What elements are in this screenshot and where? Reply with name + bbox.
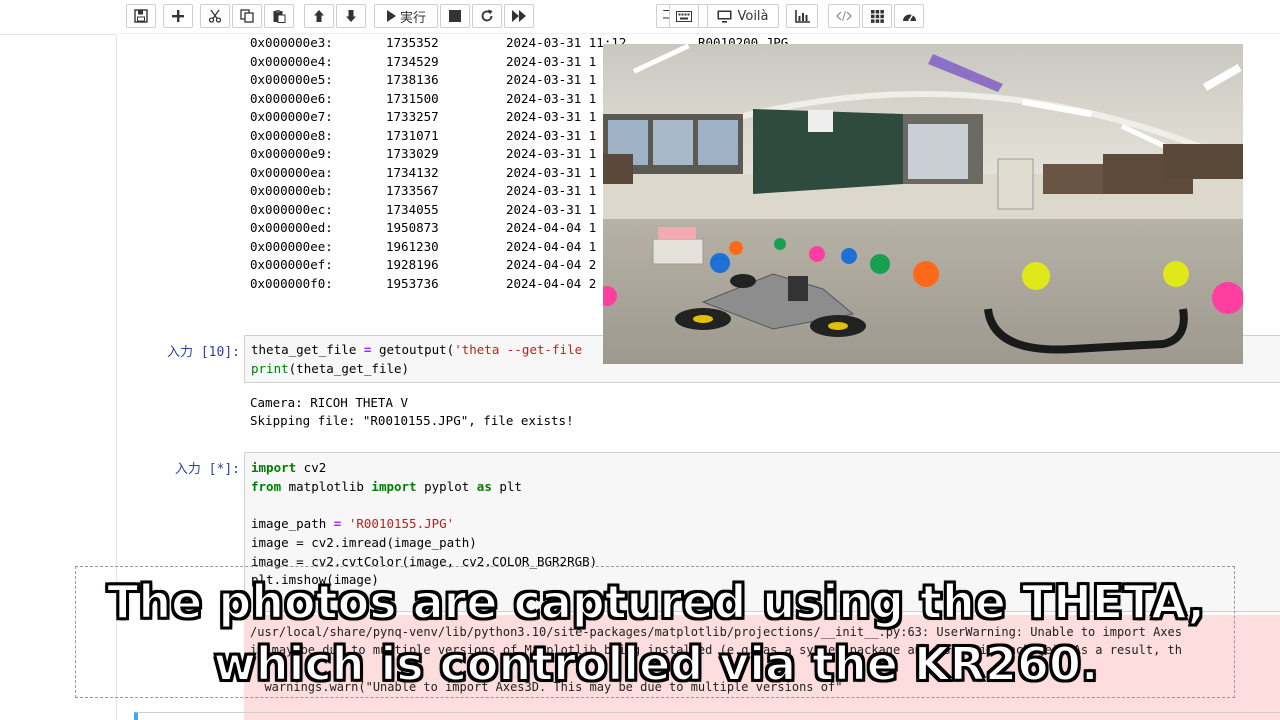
file-list-size: 1734132 bbox=[386, 164, 439, 180]
code-icon bbox=[836, 10, 852, 22]
file-list-date: 2024-03-31 1 bbox=[506, 146, 597, 161]
insert-cell-button[interactable] bbox=[163, 4, 193, 28]
play-icon bbox=[386, 10, 396, 22]
file-list-size: 1953736 bbox=[386, 275, 439, 291]
file-list-handle: 0x000000e3: bbox=[250, 35, 333, 50]
file-list-handle: 0x000000e5: bbox=[250, 72, 333, 87]
cut-button[interactable] bbox=[200, 4, 230, 28]
voila-button[interactable]: Voilà bbox=[707, 4, 779, 28]
move-up-button[interactable] bbox=[304, 4, 334, 28]
dashboard-button[interactable] bbox=[894, 4, 924, 28]
restart-button[interactable] bbox=[472, 4, 502, 28]
file-list-handle: 0x000000e4: bbox=[250, 53, 333, 69]
file-list-size: 1731071 bbox=[386, 127, 439, 143]
file-list-date: 2024-04-04 1 bbox=[506, 220, 597, 235]
code-button[interactable] bbox=[828, 4, 860, 28]
code-line: image = cv2.imread(image_path) bbox=[251, 535, 477, 550]
file-list-size: 1733567 bbox=[386, 183, 439, 198]
restart-icon bbox=[481, 9, 493, 22]
file-list-handle: 0x000000e9: bbox=[250, 146, 333, 161]
paste-button[interactable] bbox=[264, 4, 294, 28]
run-button[interactable]: 実行 bbox=[374, 4, 438, 28]
save-icon bbox=[134, 9, 148, 23]
interrupt-button[interactable] bbox=[440, 4, 470, 28]
theta-360-photo bbox=[603, 44, 1243, 364]
file-list-date: 2024-03-31 1 bbox=[506, 164, 597, 180]
file-list-handle: 0x000000ee: bbox=[250, 238, 333, 254]
fast-forward-icon bbox=[512, 10, 526, 22]
code-line: theta_get_file = getoutput('theta --get-… bbox=[251, 342, 583, 357]
file-list-size: 1733029 bbox=[386, 146, 439, 161]
arrow-down-icon bbox=[346, 10, 356, 22]
file-list-date: 2024-03-31 1 bbox=[506, 72, 597, 87]
file-list-handle: 0x000000f0: bbox=[250, 275, 333, 291]
grid-icon bbox=[870, 9, 884, 23]
command-palette-button[interactable] bbox=[669, 4, 699, 28]
keyboard-icon bbox=[676, 10, 692, 22]
cell-prompt: 入力 [10]: bbox=[167, 345, 240, 360]
monitor-icon bbox=[717, 10, 732, 23]
file-list-size: 1733257 bbox=[386, 109, 439, 124]
file-list-handle: 0x000000eb: bbox=[250, 183, 333, 198]
file-list-handle: 0x000000ea: bbox=[250, 164, 333, 180]
video-caption: The photos are captured using the THETA,… bbox=[75, 566, 1235, 698]
code-line: print(theta_get_file) bbox=[251, 361, 410, 376]
caption-line-2: which is controlled via the KR260. bbox=[212, 636, 1099, 692]
plus-icon bbox=[172, 10, 184, 22]
copy-icon bbox=[240, 9, 254, 23]
code-line: import cv2 bbox=[251, 460, 327, 475]
move-down-button[interactable] bbox=[336, 4, 366, 28]
cell-output-line: Camera: RICOH THETA V bbox=[250, 395, 409, 410]
file-list-size: 1735352 bbox=[386, 35, 439, 50]
file-list-size: 1950873 bbox=[386, 220, 439, 235]
file-list-handle: 0x000000e7: bbox=[250, 109, 333, 124]
code-line: from matplotlib import pyplot as plt bbox=[251, 479, 522, 494]
arrow-up-icon bbox=[314, 10, 324, 22]
cell-output-line: Skipping file: "R0010155.JPG", file exis… bbox=[250, 413, 574, 428]
file-list-date: 2024-04-04 1 bbox=[506, 238, 597, 254]
file-list-handle: 0x000000ec: bbox=[250, 201, 333, 217]
file-list-size: 1738136 bbox=[386, 72, 439, 87]
code-line: image_path = 'R0010155.JPG' bbox=[251, 516, 455, 531]
file-list-date: 2024-03-31 1 bbox=[506, 183, 597, 198]
run-label: 実行 bbox=[399, 10, 426, 26]
file-list-date: 2024-03-31 1 bbox=[506, 201, 597, 217]
grid-button[interactable] bbox=[862, 4, 892, 28]
chart-button[interactable] bbox=[786, 4, 818, 28]
file-list-handle: 0x000000ed: bbox=[250, 220, 333, 235]
cell-prompt-running: 入力 [*]: bbox=[174, 462, 240, 477]
cut-icon bbox=[208, 9, 222, 23]
file-list-date: 2024-03-31 1 bbox=[506, 127, 597, 143]
file-list-size: 1961230 bbox=[386, 238, 439, 254]
file-list-size: 1731500 bbox=[386, 90, 439, 106]
file-list-date: 2024-04-04 2 bbox=[506, 275, 597, 291]
file-list-date: 2024-03-31 1 bbox=[506, 109, 597, 124]
notebook-toolbar: 実行 コード Voilà bbox=[118, 0, 1280, 34]
restart-run-all-button[interactable] bbox=[504, 4, 534, 28]
file-list-handle: 0x000000e6: bbox=[250, 90, 333, 106]
paste-icon bbox=[273, 10, 286, 23]
file-list-size: 1734055 bbox=[386, 201, 439, 217]
save-button[interactable] bbox=[126, 4, 156, 28]
chart-icon bbox=[794, 9, 810, 23]
file-list-handle: 0x000000e8: bbox=[250, 127, 333, 143]
next-cell-selected[interactable] bbox=[134, 712, 1280, 720]
file-list-date: 2024-03-31 1 bbox=[506, 90, 597, 106]
file-list-size: 1734529 bbox=[386, 53, 439, 69]
dashboard-icon bbox=[902, 14, 916, 21]
caption-line-1: The photos are captured using the THETA, bbox=[106, 574, 1206, 630]
file-list-handle: 0x000000ef: bbox=[250, 257, 333, 272]
file-list-date: 2024-04-04 2 bbox=[506, 257, 597, 272]
copy-button[interactable] bbox=[232, 4, 262, 28]
file-list-size: 1928196 bbox=[386, 257, 439, 272]
voila-label: Voilà bbox=[737, 8, 769, 24]
stop-icon bbox=[449, 10, 461, 22]
file-list-date: 2024-03-31 1 bbox=[506, 53, 597, 69]
